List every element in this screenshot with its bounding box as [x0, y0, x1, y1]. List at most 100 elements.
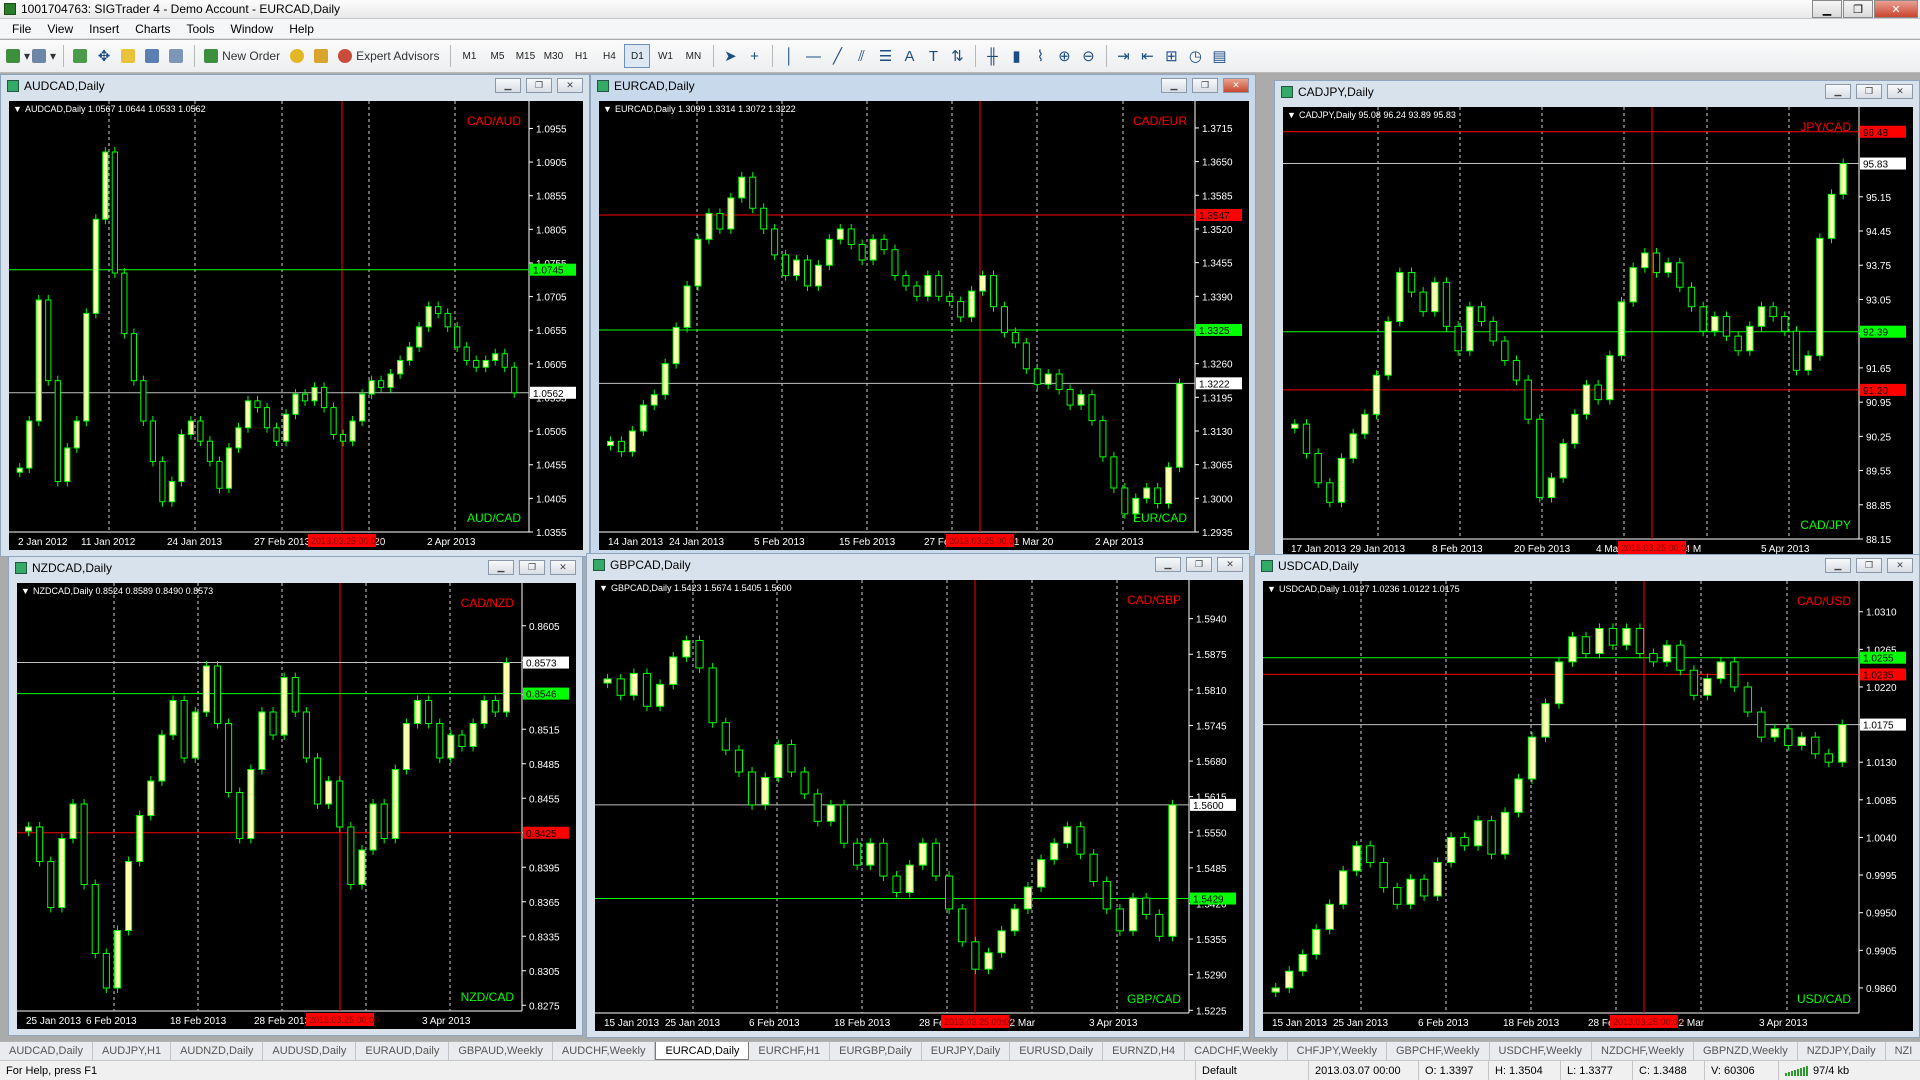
arrows-icon[interactable]: ⇅ [946, 44, 968, 68]
chart-plot[interactable]: 1.03101.02651.02201.01751.01301.00851.00… [1263, 581, 1913, 1031]
chart-minimize-button[interactable]: ▁ [1825, 558, 1851, 573]
chart-minimize-button[interactable]: ▁ [495, 78, 521, 93]
tab-euraud-daily[interactable]: EURAUD,Daily [356, 1042, 450, 1060]
candlestick-chart[interactable]: 1.09551.09051.08551.08051.07551.07051.06… [9, 101, 583, 550]
tab-eurusd-daily[interactable]: EURUSD,Daily [1010, 1042, 1104, 1060]
chart-window-cadjpy[interactable]: CADJPY,Daily ▁ ❐ ✕ 95.15 94.45 93.75 93.05 9… [1274, 80, 1920, 564]
horizontal-line-icon[interactable]: — [802, 44, 824, 68]
tab-audcad-daily[interactable]: AUDCAD,Daily [0, 1042, 93, 1060]
experts-icon[interactable] [310, 44, 332, 68]
chart-minimize-button[interactable]: ▁ [1825, 84, 1851, 99]
tab-chfjpy-weekly[interactable]: CHFJPY,Weekly [1288, 1042, 1387, 1060]
chart-window-usdcad[interactable]: USDCAD,Daily ▁ ❐ ✕ 1.0310 1.0265 1.0220 1.0… [1254, 554, 1920, 1038]
menu-help[interactable]: Help [281, 22, 322, 36]
text-tool-icon[interactable]: A [898, 44, 920, 68]
chart-maximize-button[interactable]: ❐ [1856, 84, 1882, 99]
expert-advisors-button[interactable]: Expert Advisors [334, 44, 443, 68]
chart-maximize-button[interactable]: ❐ [1186, 557, 1212, 572]
timeframe-m5[interactable]: M5 [484, 44, 510, 68]
auto-scroll-icon[interactable]: ⇥ [1112, 44, 1134, 68]
chart-minimize-button[interactable]: ▁ [1161, 78, 1187, 93]
data-window-icon[interactable]: ✥ [93, 44, 115, 68]
chart-minimize-button[interactable]: ▁ [1155, 557, 1181, 572]
chart-close-button[interactable]: ✕ [1887, 84, 1913, 99]
chart-plot[interactable]: 1.09551.09051.08551.08051.07551.07051.06… [9, 101, 583, 550]
candlestick-chart[interactable]: 1.03101.02651.02201.01751.01301.00851.00… [1263, 581, 1913, 1031]
menu-window[interactable]: Window [223, 22, 282, 36]
chart-maximize-button[interactable]: ❐ [519, 560, 545, 575]
chart-plot[interactable]: 0.86050.85750.85450.85150.84850.84550.84… [17, 583, 576, 1029]
timeframe-w1[interactable]: W1 [652, 44, 678, 68]
tab-audusd-daily[interactable]: AUDUSD,Daily [263, 1042, 357, 1060]
tab-eurchf-h1[interactable]: EURCHF,H1 [749, 1042, 831, 1060]
chart-close-button[interactable]: ✕ [1887, 558, 1913, 573]
restore-button[interactable]: ❐ [1843, 0, 1873, 18]
chart-shift-icon[interactable]: ⇤ [1136, 44, 1158, 68]
chart-plot[interactable]: 1.5940 1.5875 1.5810 1.5745 1.5680 1.5615 1.55… [595, 580, 1243, 1031]
candlestick-chart[interactable]: 0.86050.85750.85450.85150.84850.84550.84… [17, 583, 576, 1029]
timeframe-m15[interactable]: M15 [512, 44, 538, 68]
candlestick-chart[interactable]: 1.59401.58751.58101.57451.56801.56151.55… [595, 580, 1243, 1031]
chart-plot[interactable]: 95.1594.4593.7593.0592.3591.6590.9590.25… [1283, 107, 1913, 557]
tab-gbpchf-weekly[interactable]: GBPCHF,Weekly [1387, 1042, 1490, 1060]
strategy-tester-icon[interactable] [165, 44, 187, 68]
candlestick-chart[interactable]: 95.1594.4593.7593.0592.3591.6590.9590.25… [1283, 107, 1913, 557]
new-order-button[interactable]: New Order [200, 44, 284, 68]
chart-close-button[interactable]: ✕ [1223, 78, 1249, 93]
metaeditor-icon[interactable] [286, 44, 308, 68]
menu-file[interactable]: File [4, 22, 39, 36]
menu-insert[interactable]: Insert [81, 22, 127, 36]
tab-eurcad-daily[interactable]: EURCAD,Daily [655, 1042, 750, 1060]
tab-gbpnzd-weekly[interactable]: GBPNZD,Weekly [1694, 1042, 1798, 1060]
tab-cadchf-weekly[interactable]: CADCHF,Weekly [1185, 1042, 1288, 1060]
chart-window-eurcad[interactable]: EURCAD,Daily ▁ ❐ ✕ 1.3715 1.3650 1.3585 1.3… [590, 74, 1256, 557]
tab-nzdjpy-daily[interactable]: NZDJPY,Daily [1798, 1042, 1886, 1060]
chart-window-nzdcad[interactable]: NZDCAD,Daily ▁ ❐ ✕ 0.86050.85750.85450.8… [8, 556, 583, 1036]
timeframe-mn[interactable]: MN [680, 44, 706, 68]
indicators-icon[interactable]: ⊞ [1160, 44, 1182, 68]
zoom-in-icon[interactable]: ⊕ [1053, 44, 1075, 68]
vertical-line-icon[interactable]: │ [778, 44, 800, 68]
timeframe-d1[interactable]: D1 [624, 44, 651, 68]
terminal-icon[interactable] [141, 44, 163, 68]
text-label-icon[interactable]: T [922, 44, 944, 68]
bar-chart-icon[interactable]: ╫ [981, 44, 1003, 68]
market-watch-icon[interactable] [69, 44, 91, 68]
line-chart-icon[interactable]: ⌇ [1029, 44, 1051, 68]
tab-nzi-truncated[interactable]: NZI [1886, 1042, 1920, 1060]
timeframe-h4[interactable]: H4 [596, 44, 622, 68]
chart-window-audcad[interactable]: AUDCAD,Daily ▁ ❐ ✕ 1.0955 1.0905 1.0855 1.0… [0, 74, 590, 557]
tab-audnzd-daily[interactable]: AUDNZD,Daily [171, 1042, 264, 1060]
chart-minimize-button[interactable]: ▁ [488, 560, 514, 575]
timeframe-m30[interactable]: M30 [540, 44, 566, 68]
candlestick-icon[interactable]: ▮ [1005, 44, 1027, 68]
chart-close-button[interactable]: ✕ [557, 78, 583, 93]
close-button[interactable]: ✕ [1874, 0, 1918, 18]
menu-tools[interactable]: Tools [179, 22, 223, 36]
tab-audjpy-h1[interactable]: AUDJPY,H1 [93, 1042, 172, 1060]
chart-plot[interactable]: 1.3715 1.3650 1.3585 1.3520 1.3455 1.3390 1.33… [599, 101, 1249, 550]
fibonacci-icon[interactable]: ☰ [874, 44, 896, 68]
tab-eurnzd-h4[interactable]: EURNZD,H4 [1103, 1042, 1186, 1060]
chart-maximize-button[interactable]: ❐ [526, 78, 552, 93]
tab-gbpaud-weekly[interactable]: GBPAUD,Weekly [449, 1042, 553, 1060]
templates-icon[interactable]: ▤ [1208, 44, 1230, 68]
menu-view[interactable]: View [39, 22, 81, 36]
menu-charts[interactable]: Charts [127, 22, 178, 36]
chart-maximize-button[interactable]: ❐ [1856, 558, 1882, 573]
profiles-button[interactable]: ▾ [32, 44, 56, 68]
minimize-button[interactable]: ▁ [1812, 0, 1842, 18]
timeframe-h1[interactable]: H1 [568, 44, 594, 68]
timeframe-m1[interactable]: M1 [456, 44, 482, 68]
tab-usdchf-weekly[interactable]: USDCHF,Weekly [1490, 1042, 1593, 1060]
tab-eurjpy-daily[interactable]: EURJPY,Daily [922, 1042, 1011, 1060]
cursor-icon[interactable]: ➤ [719, 44, 741, 68]
channel-icon[interactable]: ⫽ [850, 44, 872, 68]
tab-nzdchf-weekly[interactable]: NZDCHF,Weekly [1592, 1042, 1694, 1060]
zoom-out-icon[interactable]: ⊖ [1077, 44, 1099, 68]
candlestick-chart[interactable]: 1.3715 1.3650 1.3585 1.3520 1.3455 1.3390 1.33… [599, 101, 1249, 550]
periods-icon[interactable]: ◷ [1184, 44, 1206, 68]
crosshair-icon[interactable]: + [743, 44, 765, 68]
chart-close-button[interactable]: ✕ [1217, 557, 1243, 572]
new-chart-button[interactable]: ▾ [6, 44, 30, 68]
